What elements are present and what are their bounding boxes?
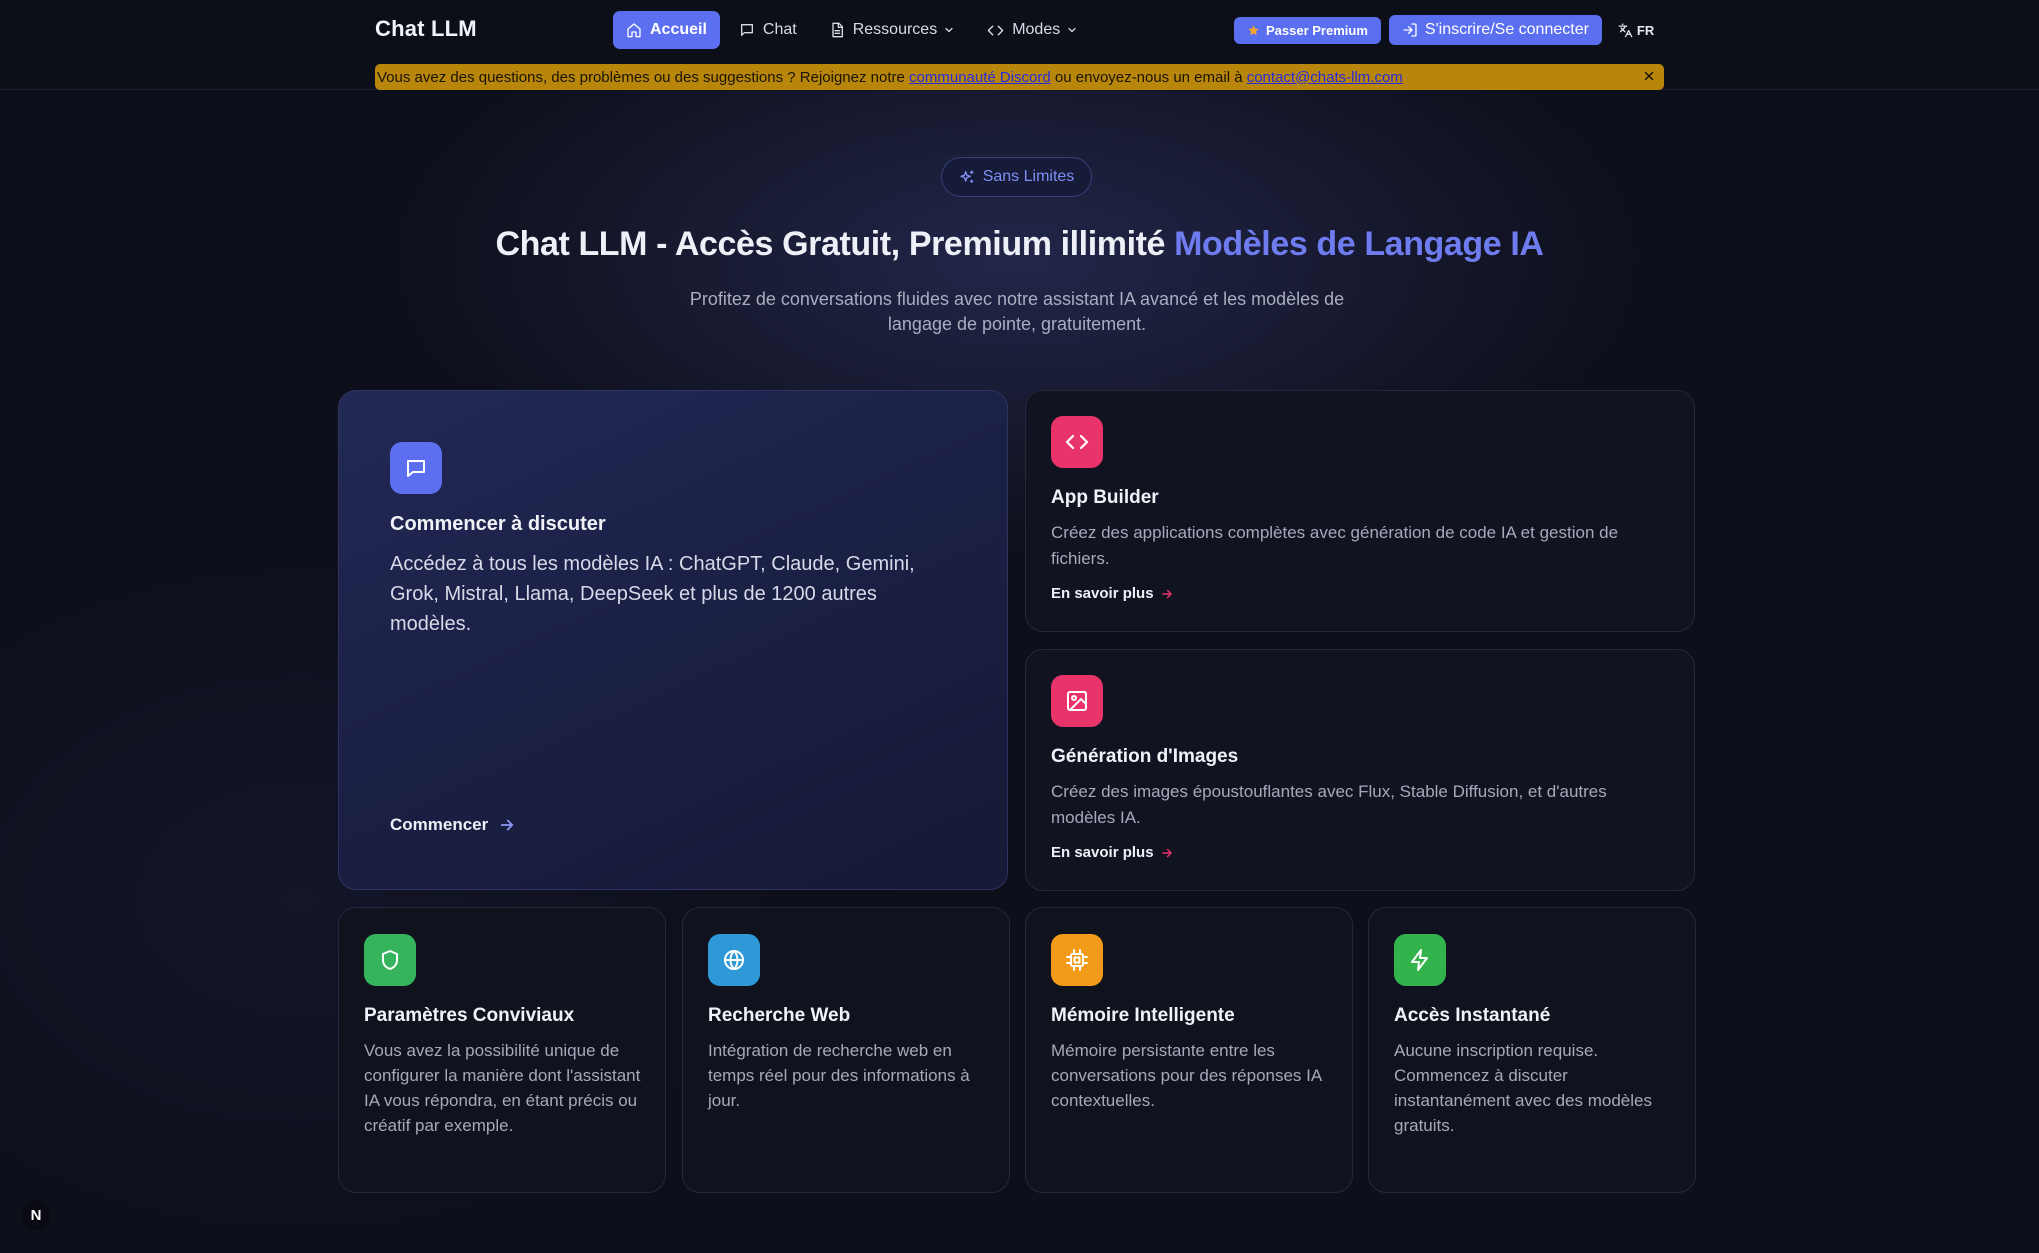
hero-badge: Sans Limites <box>941 157 1092 197</box>
card-title: Génération d'Images <box>1051 746 1239 767</box>
feature-card-web-search: Recherche Web Intégration de recherche w… <box>682 907 1010 1193</box>
nav-actions: Passer Premium S'inscrire/Se connecter F… <box>1234 15 1654 45</box>
card-description: Créez des images époustouflantes avec Fl… <box>1051 782 1607 827</box>
start-button-label: Commencer <box>390 815 489 834</box>
discord-link[interactable]: communauté Discord <box>909 69 1051 86</box>
language-label: FR <box>1636 22 1655 38</box>
chat-icon <box>739 22 755 38</box>
learn-more-link[interactable]: En savoir plus <box>1051 585 1174 602</box>
card-title: Paramètres Conviviaux <box>364 1005 575 1026</box>
premium-label: Passer Premium <box>1266 22 1368 38</box>
lightning-icon <box>1394 934 1446 986</box>
learn-more-label: En savoir plus <box>1051 585 1154 602</box>
page-title-accent: Modèles de Langage IA <box>1174 225 1544 263</box>
card-description: Aucune inscription requise. Commencez à … <box>1394 1041 1652 1135</box>
hero-badge-label: Sans Limites <box>982 168 1075 185</box>
learn-more-link[interactable]: En savoir plus <box>1051 844 1174 861</box>
nav-item-label: Ressources <box>852 21 938 38</box>
card-description: Intégration de recherche web en temps ré… <box>708 1041 970 1110</box>
nav-item-ressources[interactable]: Ressources <box>816 11 968 49</box>
feature-card-instant-access: Accès Instantané Aucune inscription requ… <box>1368 907 1696 1193</box>
banner-text: Vous avez des questions, des problèmes o… <box>377 68 1403 86</box>
page-title: Chat LLM - Accès Gratuit, Premium illimi… <box>495 225 1544 263</box>
brand-logo[interactable]: Chat LLM <box>375 16 477 42</box>
language-selector[interactable]: FR <box>1618 23 1654 38</box>
arrow-right-icon <box>1160 587 1174 601</box>
page-subtitle: Profitez de conversations fluides avec n… <box>689 289 1345 334</box>
code-icon <box>1051 416 1103 468</box>
card-title: Accès Instantané <box>1394 1005 1551 1026</box>
premium-button[interactable]: Passer Premium <box>1234 16 1381 44</box>
nav-item-accueil[interactable]: Accueil <box>613 11 720 49</box>
sparkles-icon <box>959 169 975 185</box>
document-icon <box>829 22 845 38</box>
chat-bubble-icon <box>390 442 442 494</box>
devtools-badge[interactable]: N <box>21 1200 51 1230</box>
card-description: Vous avez la possibilité unique de confi… <box>364 1041 641 1135</box>
card-title: Mémoire Intelligente <box>1051 1005 1235 1026</box>
code-icon <box>987 22 1004 39</box>
chip-icon <box>1051 934 1103 986</box>
start-button[interactable]: Commencer <box>390 815 516 835</box>
arrow-right-icon <box>498 816 516 834</box>
start-chat-card[interactable]: Commencer à discuter Accédez à tous les … <box>338 390 1008 890</box>
app-builder-card[interactable]: App Builder Créez des applications compl… <box>1025 390 1695 632</box>
chevron-down-icon <box>1066 24 1078 36</box>
announcement-banner: Vous avez des questions, des problèmes o… <box>375 64 1664 90</box>
learn-more-label: En savoir plus <box>1051 844 1154 861</box>
feature-card-memory: Mémoire Intelligente Mémoire persistante… <box>1025 907 1353 1193</box>
card-title: Commencer à discuter <box>390 513 606 535</box>
shield-icon <box>364 934 416 986</box>
chevron-down-icon <box>943 24 955 36</box>
translate-icon <box>1618 23 1633 38</box>
image-generation-card[interactable]: Génération d'Images Créez des images épo… <box>1025 649 1695 891</box>
nav-item-label: Chat <box>762 21 797 38</box>
arrow-right-icon <box>1160 846 1174 860</box>
email-link[interactable]: contact@chats-llm.com <box>1247 69 1403 86</box>
login-button[interactable]: S'inscrire/Se connecter <box>1388 15 1602 45</box>
nav-links: Accueil Chat Ressources Modes <box>613 11 1091 49</box>
card-title: Recherche Web <box>708 1005 851 1026</box>
card-description: Mémoire persistante entre les conversati… <box>1051 1041 1322 1110</box>
image-icon <box>1051 675 1103 727</box>
nav-item-label: Accueil <box>650 21 707 38</box>
login-label: S'inscrire/Se connecter <box>1424 21 1589 38</box>
card-title: App Builder <box>1051 487 1159 508</box>
star-icon <box>1247 24 1260 37</box>
card-description: Accédez à tous les modèles IA : ChatGPT,… <box>390 553 915 635</box>
login-icon <box>1402 22 1418 38</box>
nav-item-label: Modes <box>1012 21 1061 38</box>
nav-item-modes[interactable]: Modes <box>974 11 1091 49</box>
globe-icon <box>708 934 760 986</box>
home-icon <box>626 22 642 38</box>
card-description: Créez des applications complètes avec gé… <box>1051 523 1619 568</box>
top-navbar: Chat LLM Accueil Chat Ressources Modes P… <box>0 0 2039 90</box>
nav-item-chat[interactable]: Chat <box>726 11 810 49</box>
close-icon[interactable] <box>1642 69 1656 83</box>
feature-card-settings: Paramètres Conviviaux Vous avez la possi… <box>338 907 666 1193</box>
